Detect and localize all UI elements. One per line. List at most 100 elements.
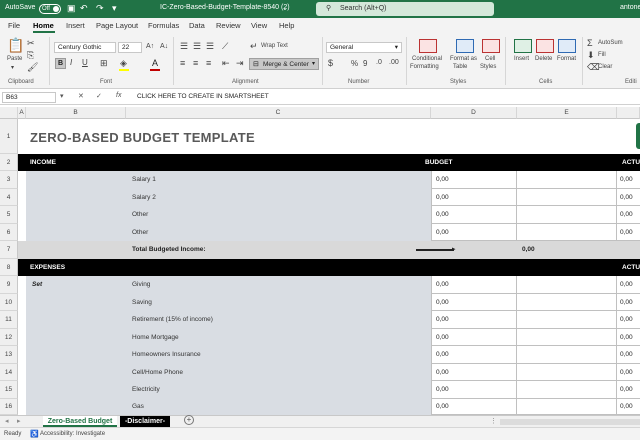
row-header-1[interactable]: 1 bbox=[0, 119, 18, 154]
percent-style-button[interactable]: % bbox=[351, 59, 358, 68]
cell-e[interactable] bbox=[517, 189, 617, 206]
tab-file[interactable]: File bbox=[8, 21, 20, 30]
scroll-left-icon[interactable]: ◂ bbox=[5, 417, 9, 425]
row-header-7[interactable]: 7 bbox=[0, 241, 18, 259]
wrap-text-button[interactable]: Wrap Text bbox=[261, 43, 288, 49]
namebox-dropdown-icon[interactable]: ▾ bbox=[60, 92, 64, 100]
cell-e[interactable] bbox=[517, 364, 617, 381]
row-header-14[interactable]: 14 bbox=[0, 364, 18, 381]
actual-cell[interactable]: 0,00 bbox=[617, 171, 640, 189]
increase-decimal-icon[interactable]: .0 bbox=[376, 58, 382, 68]
paste-dropdown-icon[interactable]: ▾ bbox=[11, 64, 14, 71]
cell-e[interactable] bbox=[517, 381, 617, 399]
align-center-icon[interactable]: ≡ bbox=[193, 58, 198, 68]
budget-cell[interactable]: 0,00 bbox=[431, 346, 517, 364]
tab-home[interactable]: Home bbox=[33, 21, 54, 30]
expense-label[interactable]: Gas bbox=[132, 399, 144, 415]
row-header-6[interactable]: 6 bbox=[0, 224, 18, 241]
borders-icon[interactable]: ⊞ bbox=[100, 58, 108, 68]
font-name-select[interactable]: Century Gothic bbox=[54, 42, 116, 53]
name-box[interactable]: B63 bbox=[2, 92, 56, 103]
row-header-12[interactable]: 12 bbox=[0, 329, 18, 346]
budget-cell[interactable]: 0,00 bbox=[431, 276, 517, 294]
cell-styles-icon[interactable] bbox=[482, 39, 500, 53]
budget-cell[interactable]: 0,00 bbox=[431, 224, 517, 241]
sheet-tab-zero-based-budget[interactable]: Zero-Based Budget bbox=[43, 416, 117, 427]
cell-e[interactable] bbox=[517, 311, 617, 329]
budget-cell[interactable]: 0,00 bbox=[431, 189, 517, 206]
customize-qat-icon[interactable]: ▾ bbox=[112, 3, 117, 14]
actual-cell[interactable]: 0,00 bbox=[617, 206, 640, 224]
autosum-button[interactable]: AutoSum bbox=[598, 40, 623, 46]
bold-button[interactable]: B bbox=[55, 58, 66, 69]
actual-cell[interactable]: 0,00 bbox=[617, 294, 640, 311]
conditional-formatting-icon[interactable] bbox=[419, 39, 437, 53]
cancel-entry-icon[interactable]: ✕ bbox=[78, 92, 84, 100]
font-color-icon[interactable]: A bbox=[152, 58, 158, 68]
cell-e[interactable] bbox=[517, 346, 617, 364]
row-header-4[interactable]: 4 bbox=[0, 189, 18, 206]
expense-label[interactable]: Cell/Home Phone bbox=[132, 364, 183, 381]
income-label[interactable]: Salary 2 bbox=[132, 189, 156, 206]
orientation-icon[interactable]: ⟋ bbox=[222, 41, 228, 51]
scroll-right-icon[interactable]: ▸ bbox=[17, 417, 21, 425]
currency-format-icon[interactable]: $ bbox=[328, 58, 333, 68]
expense-label[interactable]: Electricity bbox=[132, 381, 160, 399]
budget-cell[interactable]: 0,00 bbox=[431, 329, 517, 346]
budget-cell[interactable]: 0,00 bbox=[431, 171, 517, 189]
align-middle-icon[interactable]: ☰ bbox=[193, 41, 201, 51]
merge-center-button[interactable]: ⊟ Merge & Center ▾ bbox=[249, 58, 319, 70]
set-label[interactable]: Set bbox=[32, 276, 42, 294]
redo-icon[interactable]: ↷ bbox=[96, 3, 104, 14]
actual-cell[interactable]: 0,00 bbox=[617, 381, 640, 399]
budget-header[interactable]: BUDGET bbox=[425, 154, 452, 171]
copy-icon[interactable]: ⎘ bbox=[27, 50, 34, 60]
select-all-corner[interactable] bbox=[0, 107, 18, 119]
decrease-font-icon[interactable]: A↓ bbox=[160, 42, 168, 52]
cut-icon[interactable]: ✂ bbox=[27, 38, 35, 48]
row-header-9[interactable]: 9 bbox=[0, 276, 18, 294]
budget-cell[interactable]: 0,00 bbox=[431, 311, 517, 329]
user-name[interactable]: antone bbox=[620, 4, 640, 11]
format-as-table-icon[interactable] bbox=[456, 39, 474, 53]
sheet-title[interactable]: ZERO-BASED BUDGET TEMPLATE bbox=[30, 130, 255, 145]
increase-indent-icon[interactable]: ⇥ bbox=[236, 58, 244, 68]
cell-e[interactable] bbox=[517, 224, 617, 241]
budget-cell[interactable]: 0,00 bbox=[431, 399, 517, 415]
column-header-a[interactable]: A bbox=[18, 107, 26, 119]
sheet-options-icon[interactable]: ⋮ bbox=[490, 417, 497, 425]
search-input[interactable]: ⚲ Search (Alt+Q) bbox=[316, 2, 494, 16]
tab-formulas[interactable]: Formulas bbox=[148, 21, 179, 30]
column-header-d[interactable]: D bbox=[431, 107, 517, 119]
actual-cell[interactable]: 0,00 bbox=[617, 276, 640, 294]
tab-view[interactable]: View bbox=[251, 21, 267, 30]
format-cells-icon[interactable] bbox=[558, 39, 576, 53]
paste-button[interactable]: Paste bbox=[7, 56, 22, 62]
accessibility-status[interactable]: Accessibility: Investigate bbox=[40, 431, 105, 437]
column-header-c[interactable]: C bbox=[126, 107, 431, 119]
align-right-icon[interactable]: ≡ bbox=[206, 58, 211, 68]
number-format-select[interactable]: General ▾ bbox=[326, 42, 402, 53]
align-left-icon[interactable]: ≡ bbox=[180, 58, 185, 68]
actual-cell[interactable]: 0,00 bbox=[617, 346, 640, 364]
smartsheet-banner-edge[interactable] bbox=[636, 123, 640, 149]
cell-e[interactable] bbox=[517, 206, 617, 224]
actual-cell[interactable]: 0,00 bbox=[617, 329, 640, 346]
row-header-8[interactable]: 8 bbox=[0, 259, 18, 276]
format-painter-icon[interactable]: 🖌 bbox=[27, 62, 38, 72]
add-sheet-icon[interactable]: + bbox=[184, 415, 194, 425]
actual-cell[interactable]: 0,00 bbox=[617, 189, 640, 206]
expense-label[interactable]: Giving bbox=[132, 276, 150, 294]
worksheet-grid[interactable]: ZERO-BASED BUDGET TEMPLATE INCOME BUDGET… bbox=[18, 119, 640, 415]
decrease-indent-icon[interactable]: ⇤ bbox=[222, 58, 230, 68]
row-header-10[interactable]: 10 bbox=[0, 294, 18, 311]
align-bottom-icon[interactable]: ☰ bbox=[206, 41, 214, 51]
cell-e[interactable] bbox=[517, 399, 617, 415]
confirm-entry-icon[interactable]: ✓ bbox=[96, 92, 102, 100]
row-header-15[interactable]: 15 bbox=[0, 381, 18, 399]
autosum-icon[interactable]: Σ bbox=[587, 38, 593, 48]
format-as-table-button[interactable]: Format as bbox=[450, 56, 477, 62]
fill-icon[interactable]: ⬇ bbox=[587, 50, 595, 60]
expenses-header[interactable]: EXPENSES bbox=[30, 259, 65, 276]
total-income-value[interactable]: 0,00 bbox=[522, 241, 535, 259]
